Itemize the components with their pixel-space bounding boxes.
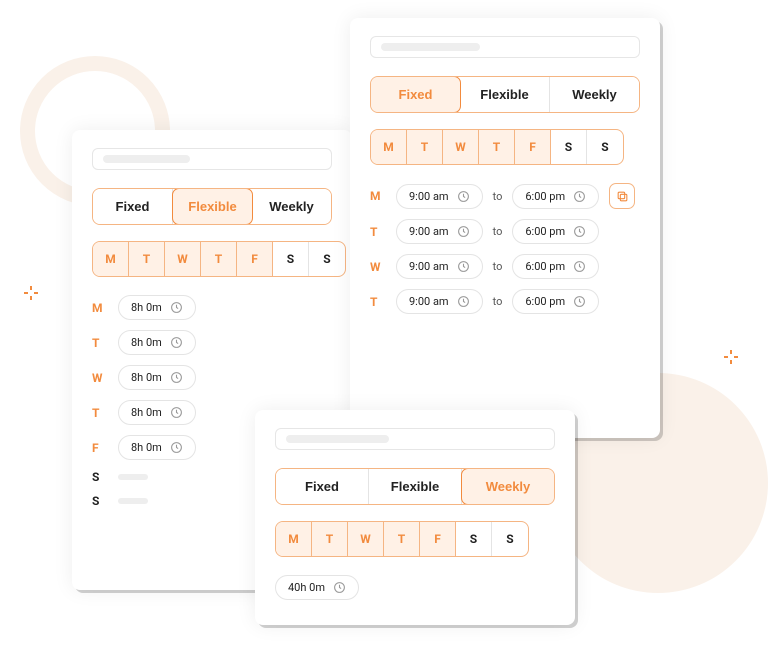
clock-icon: [457, 295, 470, 308]
tab-weekly[interactable]: Weekly: [550, 77, 639, 112]
clock-icon: [170, 406, 183, 419]
schedule-type-tabs: Fixed Flexible Weekly: [92, 188, 332, 225]
day-wed[interactable]: W: [165, 242, 201, 276]
clock-icon: [170, 441, 183, 454]
hours-input[interactable]: 8h 0m: [118, 365, 196, 390]
start-time-input[interactable]: 9:00 am: [396, 184, 483, 209]
day-label: T: [92, 336, 108, 350]
end-time-input[interactable]: 6:00 pm: [512, 289, 599, 314]
start-time-input[interactable]: 9:00 am: [396, 219, 483, 244]
day-sat[interactable]: S: [456, 522, 492, 556]
hours-input[interactable]: 8h 0m: [118, 295, 196, 320]
day-mon[interactable]: M: [371, 130, 407, 164]
title-placeholder: [275, 428, 555, 450]
schedule-card-weekly: Fixed Flexible Weekly M T W T F S S 40h …: [255, 410, 575, 625]
hours-input[interactable]: 8h 0m: [118, 435, 196, 460]
to-label: to: [493, 260, 503, 273]
clock-icon: [457, 260, 470, 273]
clock-icon: [170, 301, 183, 314]
weekday-selector[interactable]: M T W T F S S: [370, 129, 624, 165]
clock-icon: [333, 581, 346, 594]
day-tue[interactable]: T: [129, 242, 165, 276]
day-mon[interactable]: M: [276, 522, 312, 556]
title-placeholder: [370, 36, 640, 58]
tab-weekly[interactable]: Weekly: [461, 468, 555, 505]
day-label: M: [370, 189, 386, 203]
weekday-selector[interactable]: M T W T F S S: [92, 241, 346, 277]
empty-indicator: [118, 498, 148, 504]
sparkle-icon: [24, 286, 38, 300]
day-label: W: [92, 371, 108, 385]
day-label: T: [92, 406, 108, 420]
to-label: to: [493, 295, 503, 308]
day-label: M: [92, 301, 108, 315]
end-time-input[interactable]: 6:00 pm: [512, 254, 599, 279]
sparkle-icon: [724, 350, 738, 364]
day-label: W: [370, 260, 386, 274]
hours-input[interactable]: 8h 0m: [118, 400, 196, 425]
weekday-selector[interactable]: M T W T F S S: [275, 521, 529, 557]
clock-icon: [170, 336, 183, 349]
day-wed[interactable]: W: [443, 130, 479, 164]
tab-flexible[interactable]: Flexible: [460, 77, 550, 112]
time-row: T 9:00 am to 6:00 pm: [370, 219, 640, 244]
day-wed[interactable]: W: [348, 522, 384, 556]
day-label: F: [92, 441, 108, 455]
clock-icon: [170, 371, 183, 384]
day-label: S: [92, 470, 108, 484]
empty-indicator: [118, 474, 148, 480]
tab-flexible[interactable]: Flexible: [172, 188, 253, 225]
day-sun[interactable]: S: [492, 522, 528, 556]
start-time-input[interactable]: 9:00 am: [396, 254, 483, 279]
day-sun[interactable]: S: [309, 242, 345, 276]
day-thu[interactable]: T: [384, 522, 420, 556]
schedule-card-fixed: Fixed Flexible Weekly M T W T F S S M 9:…: [350, 18, 660, 438]
day-label: S: [92, 494, 108, 508]
day-fri[interactable]: F: [237, 242, 273, 276]
tab-fixed[interactable]: Fixed: [93, 189, 173, 224]
day-thu[interactable]: T: [201, 242, 237, 276]
copy-to-all-button[interactable]: [609, 183, 635, 209]
clock-icon: [573, 225, 586, 238]
day-fri[interactable]: F: [420, 522, 456, 556]
clock-icon: [457, 225, 470, 238]
to-label: to: [493, 225, 503, 238]
clock-icon: [573, 295, 586, 308]
tab-fixed[interactable]: Fixed: [276, 469, 369, 504]
hours-row: W 8h 0m: [92, 365, 332, 390]
hours-row: T 8h 0m: [92, 330, 332, 355]
time-row: T 9:00 am to 6:00 pm: [370, 289, 640, 314]
day-label: T: [370, 225, 386, 239]
day-thu[interactable]: T: [479, 130, 515, 164]
title-placeholder: [92, 148, 332, 170]
hours-row: M 8h 0m: [92, 295, 332, 320]
day-sat[interactable]: S: [273, 242, 309, 276]
time-row: W 9:00 am to 6:00 pm: [370, 254, 640, 279]
clock-icon: [573, 260, 586, 273]
day-mon[interactable]: M: [93, 242, 129, 276]
schedule-type-tabs: Fixed Flexible Weekly: [370, 76, 640, 113]
day-tue[interactable]: T: [407, 130, 443, 164]
day-sat[interactable]: S: [551, 130, 587, 164]
tab-flexible[interactable]: Flexible: [369, 469, 462, 504]
day-fri[interactable]: F: [515, 130, 551, 164]
day-tue[interactable]: T: [312, 522, 348, 556]
schedule-type-tabs: Fixed Flexible Weekly: [275, 468, 555, 505]
time-row: M 9:00 am to 6:00 pm: [370, 183, 640, 209]
end-time-input[interactable]: 6:00 pm: [512, 184, 599, 209]
day-sun[interactable]: S: [587, 130, 623, 164]
weekly-total-input[interactable]: 40h 0m: [275, 575, 359, 600]
end-time-input[interactable]: 6:00 pm: [512, 219, 599, 244]
tab-fixed[interactable]: Fixed: [370, 76, 461, 113]
to-label: to: [493, 190, 503, 203]
start-time-input[interactable]: 9:00 am: [396, 289, 483, 314]
clock-icon: [457, 190, 470, 203]
day-label: T: [370, 295, 386, 309]
tab-weekly[interactable]: Weekly: [252, 189, 331, 224]
clock-icon: [573, 190, 586, 203]
hours-input[interactable]: 8h 0m: [118, 330, 196, 355]
